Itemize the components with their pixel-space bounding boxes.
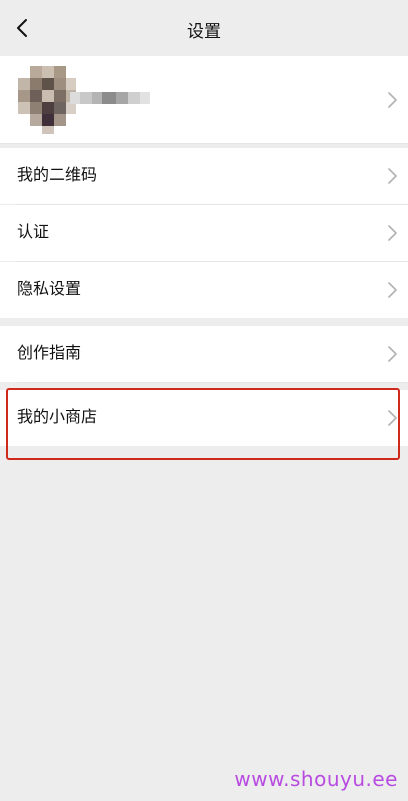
chevron-right-icon [386, 90, 398, 110]
menu-item-label: 隐私设置 [17, 279, 82, 298]
watermark: www.shouyu.ee [234, 767, 398, 791]
chevron-right-icon [386, 223, 398, 243]
page-title: 设置 [187, 22, 221, 42]
nav-bar: 设置 [0, 0, 408, 56]
chevron-right-icon [386, 166, 398, 186]
menu-item-privacy-settings[interactable]: 隐私设置 [0, 262, 408, 318]
nickname-mosaic [70, 92, 150, 104]
profile-row[interactable] [0, 56, 408, 144]
menu-item-label: 认证 [17, 222, 50, 241]
menu-item-label: 我的二维码 [17, 165, 98, 184]
menu-item-label: 创作指南 [17, 343, 82, 362]
highlight-box [6, 388, 400, 460]
divider [17, 382, 408, 383]
menu-item-qr-code[interactable]: 我的二维码 [0, 148, 408, 204]
menu-item-creation-guide[interactable]: 创作指南 [0, 326, 408, 382]
chevron-right-icon [386, 344, 398, 364]
avatar [18, 66, 76, 134]
menu-item-verification[interactable]: 认证 [0, 205, 408, 261]
chevron-right-icon [386, 280, 398, 300]
